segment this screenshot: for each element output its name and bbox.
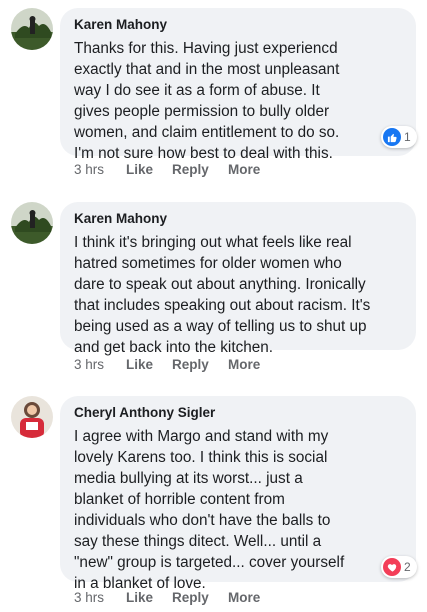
more-button[interactable]: More [228, 162, 260, 177]
reply-button[interactable]: Reply [172, 590, 228, 605]
reply-button[interactable]: Reply [172, 162, 228, 177]
comment-author[interactable]: Cheryl Anthony Sigler [74, 404, 402, 422]
more-button[interactable]: More [228, 357, 260, 372]
comment-bubble: Cheryl Anthony Sigler I agree with Margo… [60, 396, 416, 592]
comment-timestamp[interactable]: 3 hrs [74, 357, 126, 372]
heart-icon [383, 558, 401, 576]
thumbs-up-icon [383, 128, 401, 146]
comment-timestamp[interactable]: 3 hrs [74, 162, 126, 177]
avatar-image [11, 8, 53, 50]
like-button[interactable]: Like [126, 590, 172, 605]
avatar[interactable] [11, 8, 53, 50]
avatar[interactable] [11, 396, 53, 438]
comment-author[interactable]: Karen Mahony [74, 16, 402, 34]
comment-author[interactable]: Karen Mahony [74, 210, 402, 228]
reaction-count: 2 [404, 560, 411, 574]
reaction-summary[interactable]: 2 [381, 556, 417, 578]
comment-actions: 3 hrs Like Reply More [74, 162, 260, 177]
like-button[interactable]: Like [126, 357, 172, 372]
comment-timestamp[interactable]: 3 hrs [74, 590, 126, 605]
reply-button[interactable]: Reply [172, 357, 228, 372]
more-button[interactable]: More [228, 590, 260, 605]
comment-text: I agree with Margo and stand with my lov… [74, 428, 345, 592]
comment-text: Thanks for this. Having just experiencd … [74, 40, 340, 162]
avatar[interactable] [11, 202, 53, 244]
comment-actions: 3 hrs Like Reply More [74, 357, 260, 372]
like-button[interactable]: Like [126, 162, 172, 177]
comment-text: I think it's bringing out what feels lik… [74, 234, 371, 356]
reaction-summary[interactable]: 1 [381, 126, 417, 148]
comment-actions: 3 hrs Like Reply More [74, 590, 260, 605]
avatar-image [11, 202, 53, 244]
comment-bubble: Karen Mahony I think it's bringing out w… [60, 202, 416, 356]
comment-bubble: Karen Mahony Thanks for this. Having jus… [60, 8, 416, 162]
avatar-image [11, 396, 53, 438]
reaction-count: 1 [404, 130, 411, 144]
